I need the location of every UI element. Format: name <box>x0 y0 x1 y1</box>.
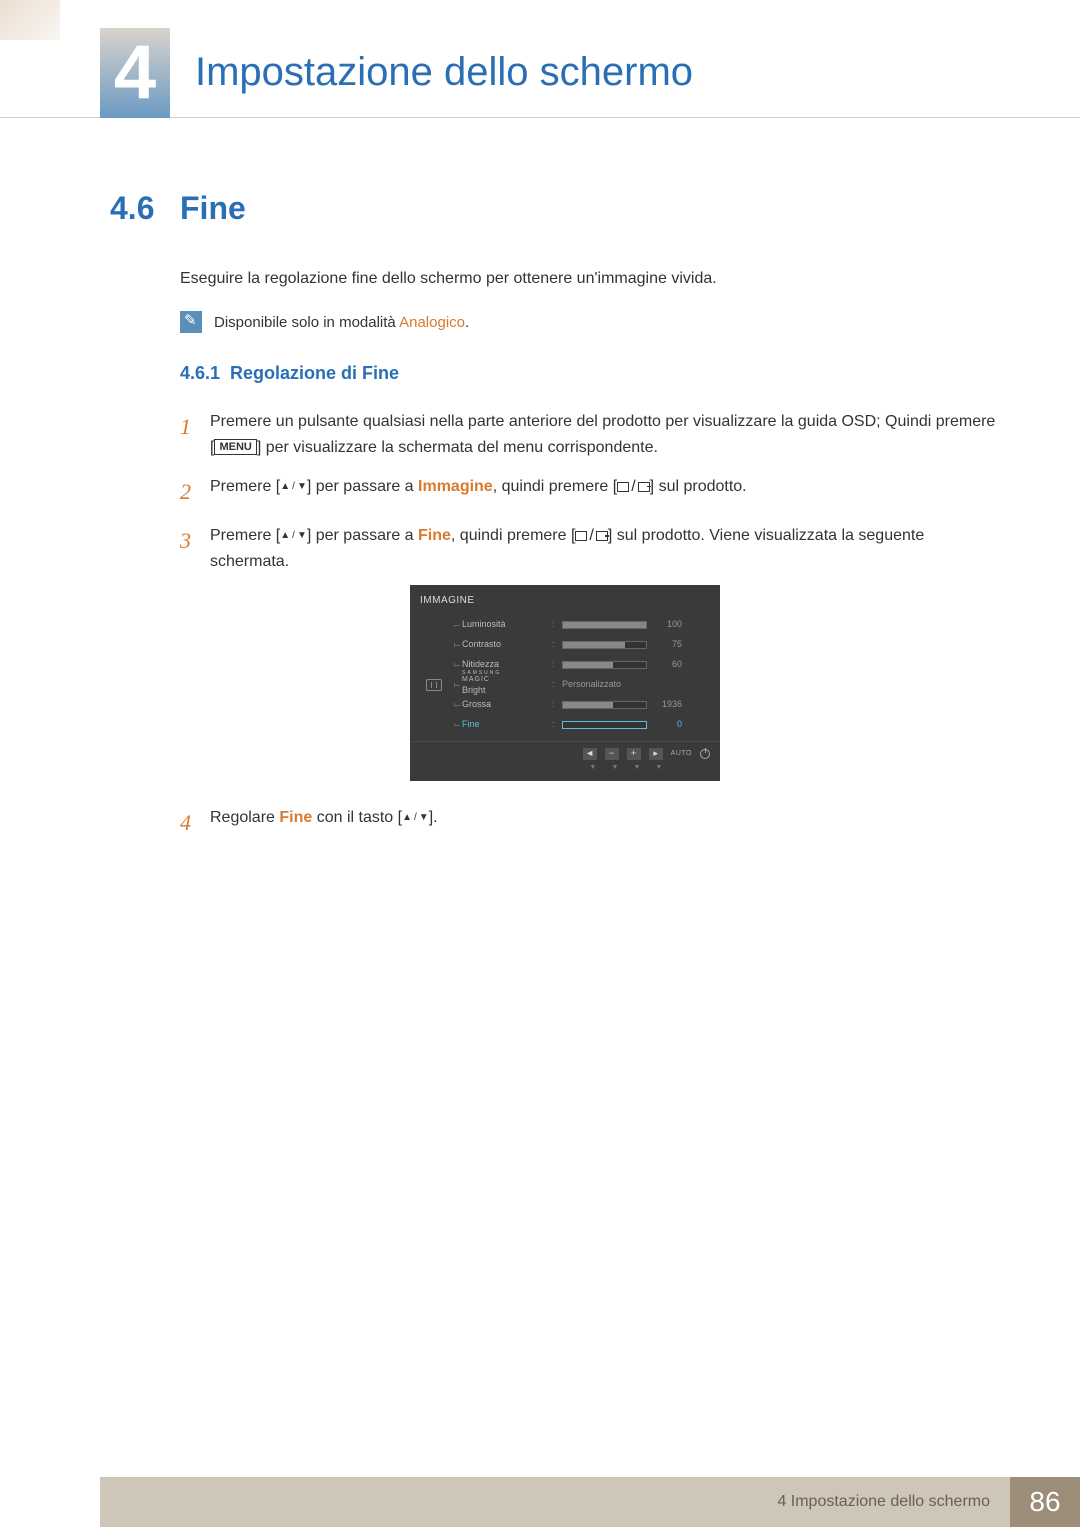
up-down-icon: ▲/▼ <box>280 479 307 495</box>
step-text: Premere [ <box>210 527 280 544</box>
osd-colon: : <box>552 657 562 671</box>
osd-bar <box>562 701 647 709</box>
osd-row: Fine: 0 <box>410 715 720 735</box>
osd-label: Contrasto <box>462 637 552 651</box>
menu-key-icon: MENU <box>214 439 256 455</box>
osd-colon: : <box>552 717 562 731</box>
page-footer: 4 Impostazione dello schermo 86 <box>0 1477 1080 1527</box>
osd-colon: : <box>552 697 562 711</box>
page-number: 86 <box>1010 1477 1080 1527</box>
step-highlight: Fine <box>279 809 312 826</box>
chapter-header: 4 Impostazione dello schermo <box>0 28 1080 118</box>
osd-colon: : <box>552 637 562 651</box>
osd-colon: : <box>552 677 562 691</box>
step-number: 4 <box>180 805 210 840</box>
content-area: 4.6 Fine Eseguire la regolazione fine de… <box>110 190 1000 854</box>
up-down-icon: ▲/▼ <box>402 810 429 826</box>
chapter-title: Impostazione dello schermo <box>195 50 693 95</box>
osd-row: Nitidezza:60 <box>410 655 720 675</box>
note-highlight: Analogico <box>399 314 465 331</box>
note-text: Disponibile solo in modalità Analogico. <box>214 314 469 331</box>
osd-bar <box>562 641 647 649</box>
footer-text: 4 Impostazione dello schermo <box>100 1477 1010 1527</box>
osd-row: Grossa: 1936 <box>410 695 720 715</box>
step-highlight: Fine <box>418 527 451 544</box>
osd-play-icon: ▸ <box>649 748 663 760</box>
step-text: , quindi premere [ <box>451 527 576 544</box>
osd-bar <box>562 661 647 669</box>
step-text: ] per passare a <box>307 478 418 495</box>
section-number: 4.6 <box>110 190 170 227</box>
step-body: Premere [▲/▼] per passare a Fine, quindi… <box>210 523 1000 790</box>
osd-minus-icon: − <box>605 748 619 760</box>
osd-footer: ◄ − + ▸ AUTO <box>410 741 720 762</box>
osd-value: 1936 <box>647 697 682 711</box>
step-1: 1 Premere un pulsante qualsiasi nella pa… <box>180 409 1000 460</box>
step-text: ]. <box>429 809 438 826</box>
step-body: Regolare Fine con il tasto [▲/▼]. <box>210 805 1000 831</box>
osd-value: 100 <box>647 617 682 631</box>
enter-icon: / <box>575 523 607 549</box>
intro-text: Eseguire la regolazione fine dello scher… <box>180 267 1000 291</box>
picture-icon <box>426 679 442 691</box>
osd-value: 60 <box>647 657 682 671</box>
note-icon <box>180 311 202 333</box>
note-prefix: Disponibile solo in modalità <box>214 314 399 331</box>
enter-icon: / <box>617 474 649 500</box>
osd-label: SAMSUNGMAGIC Bright <box>462 671 552 697</box>
subsection-title: Regolazione di Fine <box>230 363 399 384</box>
osd-auto-label: AUTO <box>671 748 692 760</box>
osd-bar <box>562 621 647 629</box>
osd-label: Grossa <box>462 697 552 711</box>
down-triangle-icon: ▼ <box>608 762 622 773</box>
osd-text-value: Personalizzato <box>562 677 621 691</box>
section-heading: 4.6 Fine <box>110 190 1000 227</box>
step-text: ] per passare a <box>307 527 418 544</box>
step-number: 3 <box>180 523 210 558</box>
step-3: 3 Premere [▲/▼] per passare a Fine, quin… <box>180 523 1000 790</box>
note-suffix: . <box>465 314 469 331</box>
osd-icon-col <box>420 679 448 691</box>
step-text: Regolare <box>210 809 279 826</box>
osd-row: Luminosità: 100 <box>410 615 720 635</box>
note-row: Disponibile solo in modalità Analogico. <box>180 311 1000 333</box>
step-text: Premere [ <box>210 478 280 495</box>
step-text: con il tasto [ <box>312 809 402 826</box>
down-triangle-icon: ▼ <box>652 762 666 773</box>
subsection-number: 4.6.1 <box>180 363 230 384</box>
osd-row: Contrasto: 75 <box>410 635 720 655</box>
step-number: 1 <box>180 409 210 444</box>
step-body: Premere [▲/▼] per passare a Immagine, qu… <box>210 474 1000 500</box>
step-text: ] per visualizzare la schermata del menu… <box>257 439 658 456</box>
up-down-icon: ▲/▼ <box>280 528 307 544</box>
step-text: ] sul prodotto. <box>650 478 747 495</box>
osd-value: 0 <box>647 717 682 731</box>
subsection-heading: 4.6.1 Regolazione di Fine <box>180 363 1000 384</box>
osd-label: Fine <box>462 717 552 731</box>
chapter-number: 4 <box>114 35 156 111</box>
step-number: 2 <box>180 474 210 509</box>
step-body: Premere un pulsante qualsiasi nella part… <box>210 409 1000 460</box>
osd-colon: : <box>552 617 562 631</box>
down-triangle-icon: ▼ <box>630 762 644 773</box>
step-text: , quindi premere [ <box>493 478 618 495</box>
step-4: 4 Regolare Fine con il tasto [▲/▼]. <box>180 805 1000 840</box>
chapter-number-box: 4 <box>100 28 170 118</box>
section-title: Fine <box>180 190 246 227</box>
osd-power-icon <box>700 749 710 759</box>
osd-bar <box>562 721 647 729</box>
osd-back-icon: ◄ <box>583 748 597 760</box>
osd-plus-icon: + <box>627 748 641 760</box>
step-2: 2 Premere [▲/▼] per passare a Immagine, … <box>180 474 1000 509</box>
step-highlight: Immagine <box>418 478 493 495</box>
osd-panel: IMMAGINE Luminosità:100Contrasto:75Nitid… <box>410 585 720 781</box>
osd-title: IMMAGINE <box>410 593 720 615</box>
osd-footer-arrows: ▼ ▼ ▼ ▼ ▼ ▼ <box>410 762 720 777</box>
osd-value: 75 <box>647 637 682 651</box>
down-triangle-icon: ▼ <box>586 762 600 773</box>
steps-list: 1 Premere un pulsante qualsiasi nella pa… <box>180 409 1000 840</box>
osd-label: Luminosità <box>462 617 552 631</box>
osd-row: SAMSUNGMAGIC Bright:Personalizzato <box>410 675 720 695</box>
